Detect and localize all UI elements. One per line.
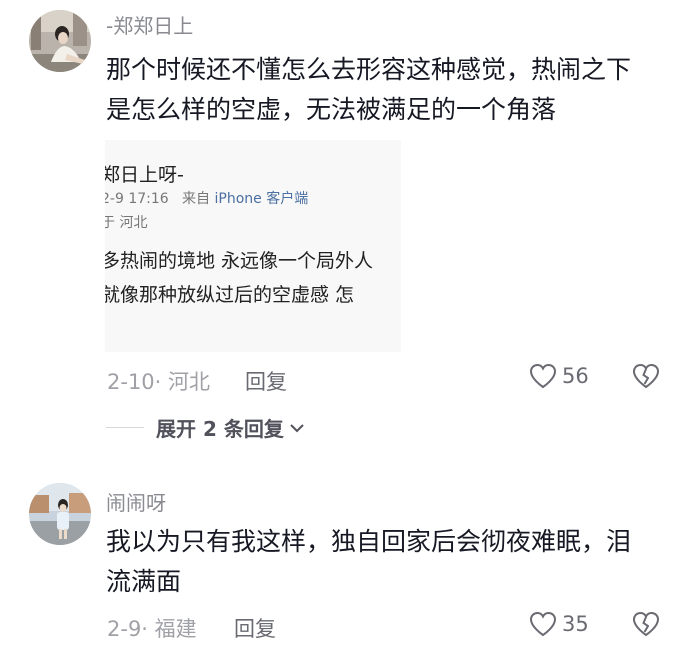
heart-outline-icon [529, 611, 557, 637]
quoted-username: 郑日上呀- [105, 164, 184, 186]
like-count: 35 [562, 612, 589, 636]
quoted-text-line-2: 就像那种放纵过后的空虚感 怎 [105, 284, 355, 306]
quoted-screenshot-image[interactable]: 郑日上呀- 2-9 17:16 来自 iPhone 客户端 于 河北 多热闹的境… [105, 140, 401, 352]
expand-divider [106, 427, 144, 428]
broken-heart-icon [632, 611, 660, 637]
chevron-down-icon [290, 423, 304, 432]
dislike-button[interactable] [631, 362, 661, 394]
avatar-photo-icon [29, 483, 91, 545]
broken-heart-icon [632, 363, 660, 389]
comment-text-line-1: 那个时候还不懂怎么去形容这种感觉，热闹之下 [106, 55, 632, 84]
reply-button[interactable]: 回复 [234, 613, 276, 643]
like-button[interactable]: 56 [528, 362, 589, 390]
like-button[interactable]: 35 [528, 610, 589, 638]
comment-text-line-2: 是怎么样的空虚，无法被满足的一个角落 [106, 95, 557, 124]
quoted-location: 于 河北 [105, 215, 148, 231]
expand-replies-button[interactable]: 展开 2 条回复 [106, 413, 306, 442]
comment-username[interactable]: -郑郑日上 [106, 10, 193, 39]
avatar-photo-icon [29, 10, 91, 72]
heart-outline-icon [529, 363, 557, 389]
comment-date-location: 2-10· 河北 [107, 370, 211, 394]
quoted-device: iPhone 客户端 [214, 191, 309, 207]
quoted-timestamp: 2-9 17:16 来自 iPhone 客户端 [105, 188, 308, 208]
comment-date-location: 2-9· 福建 [107, 617, 197, 641]
comment-username[interactable]: 闹闹呀 [106, 487, 166, 516]
like-count: 56 [562, 364, 589, 388]
quoted-source: 来自 [182, 191, 211, 207]
avatar[interactable] [29, 10, 91, 72]
quoted-time: 2-9 17:16 [105, 191, 169, 207]
quoted-text-line-1: 多热闹的境地 永远像一个局外人 [105, 250, 374, 272]
avatar[interactable] [29, 483, 91, 545]
comment-text-line-2: 流满面 [106, 567, 182, 596]
expand-replies-label: 展开 2 条回复 [156, 417, 284, 441]
dislike-button[interactable] [631, 610, 661, 642]
reply-button[interactable]: 回复 [245, 366, 287, 396]
comment-text-line-1: 我以为只有我这样，独自回家后会彻夜难眠，泪 [106, 527, 632, 556]
